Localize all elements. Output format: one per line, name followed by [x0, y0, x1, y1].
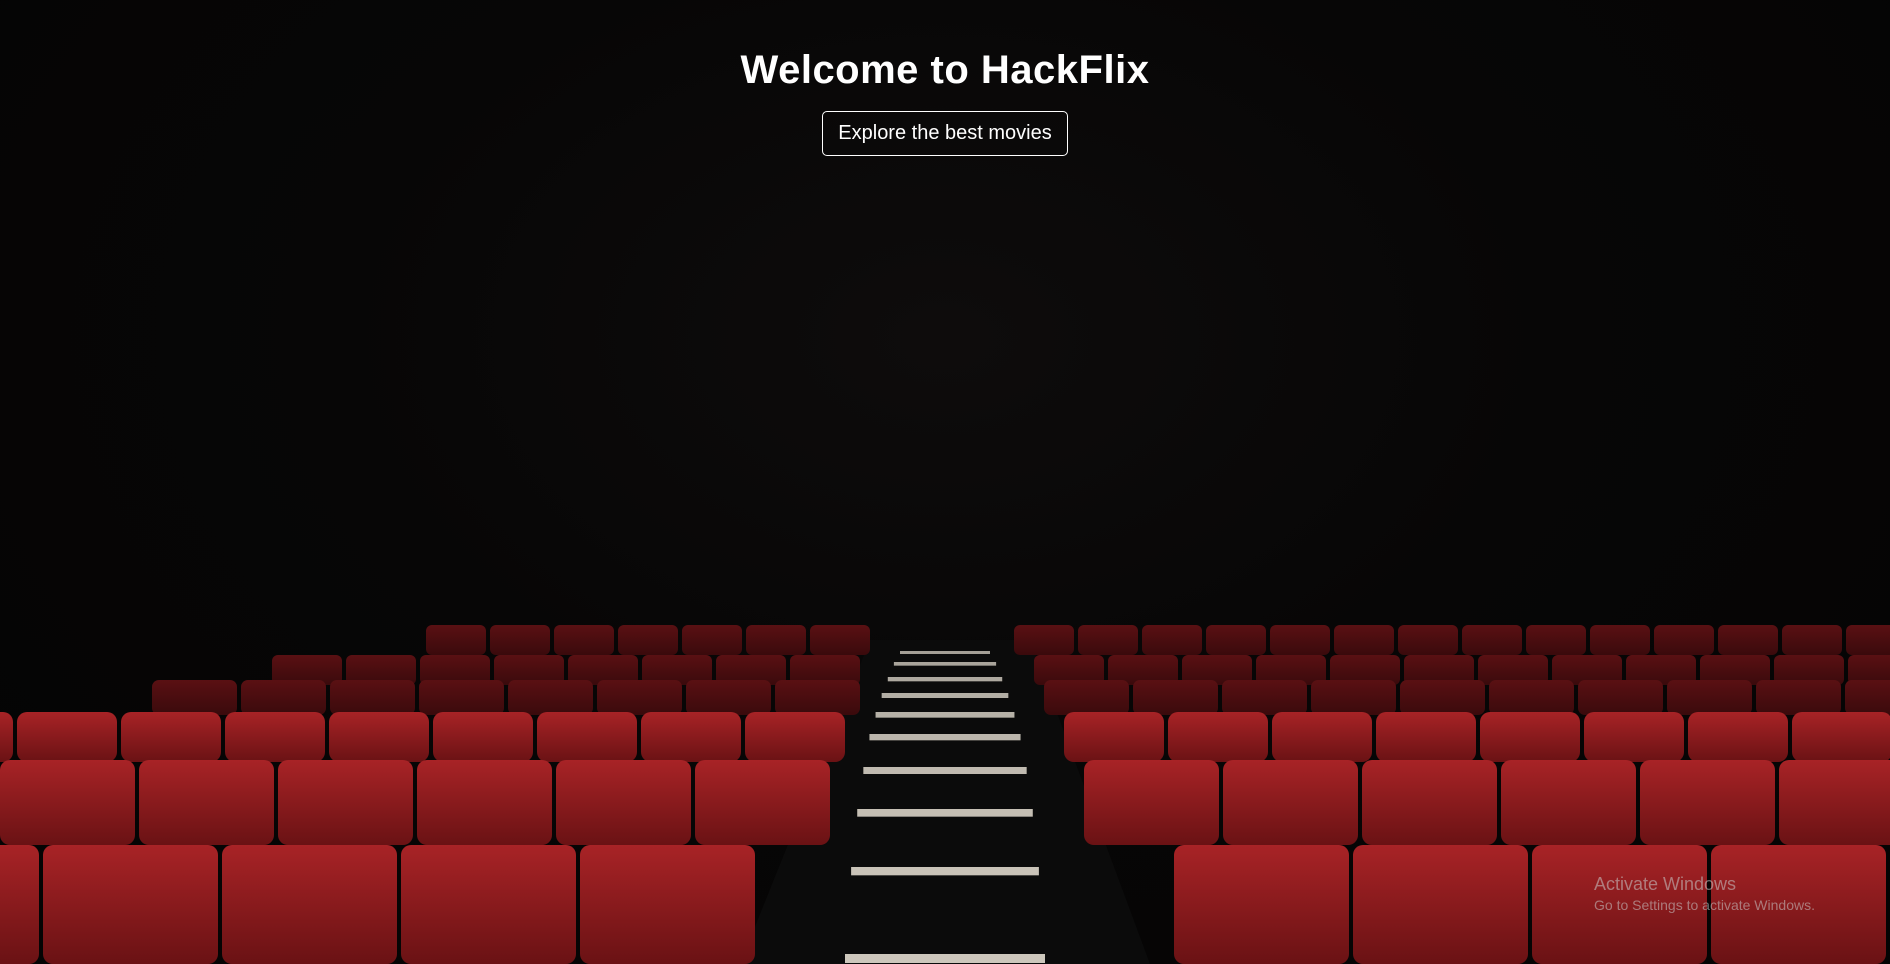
watermark-subtitle: Go to Settings to activate Windows.: [1594, 897, 1815, 913]
page: Welcome to HackFlix Explore the best mov…: [0, 0, 1890, 964]
watermark-title: Activate Windows: [1594, 874, 1737, 894]
activate-windows-watermark: Activate Windows Go to Settings to activ…: [1594, 873, 1815, 915]
hero-section: Welcome to HackFlix Explore the best mov…: [0, 0, 1890, 156]
explore-movies-button[interactable]: Explore the best movies: [822, 111, 1068, 156]
hero-title: Welcome to HackFlix: [740, 48, 1150, 92]
